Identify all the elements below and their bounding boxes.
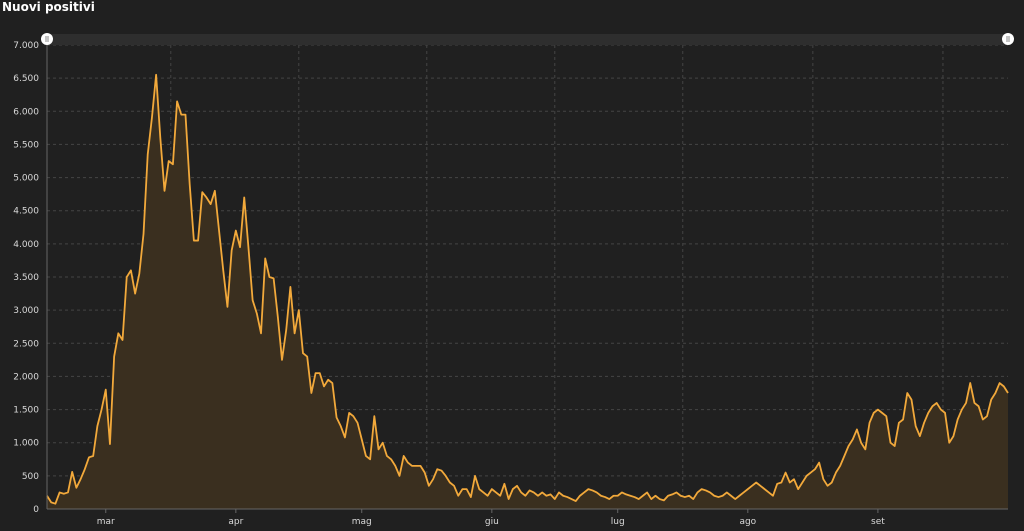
chart-svg: 0 500 1.000 1.500 2.000 2.500 3.000 3.500 4.000 4… [13, 33, 1014, 527]
slider-track[interactable] [47, 34, 1010, 45]
y-tick-label: 500 [22, 472, 39, 482]
y-tick-label: 0 [33, 505, 39, 515]
x-tick-label: ago [739, 517, 756, 527]
y-tick-label: 7.000 [13, 41, 39, 51]
slider-handle-left[interactable] [41, 33, 53, 45]
y-tick-label: 6.500 [13, 74, 39, 84]
range-slider[interactable] [41, 33, 1014, 45]
y-tick-label: 5.000 [13, 174, 39, 184]
y-tick-label: 5.500 [13, 140, 39, 150]
y-tick-label: 4.500 [13, 207, 39, 217]
y-tick-label: 1.500 [13, 406, 39, 416]
y-tick-label: 1.000 [13, 439, 39, 449]
slider-handle-right[interactable] [1002, 33, 1014, 45]
y-tick-label: 2.000 [13, 372, 39, 382]
y-tick-label: 4.000 [13, 240, 39, 250]
x-tick-label: lug [611, 517, 625, 527]
x-tick-label: mar [97, 517, 115, 527]
x-tick-label: giu [485, 517, 499, 527]
y-tick-label: 2.500 [13, 339, 39, 349]
y-tick-label: 3.000 [13, 306, 39, 316]
y-tick-label: 6.000 [13, 107, 39, 117]
series-area [47, 74, 1008, 509]
area-layer [46, 73, 1009, 509]
x-tick-label: mag [352, 517, 372, 527]
x-tick-label: apr [228, 517, 243, 527]
y-tick-label: 3.500 [13, 273, 39, 283]
x-tick-label: set [871, 517, 885, 527]
